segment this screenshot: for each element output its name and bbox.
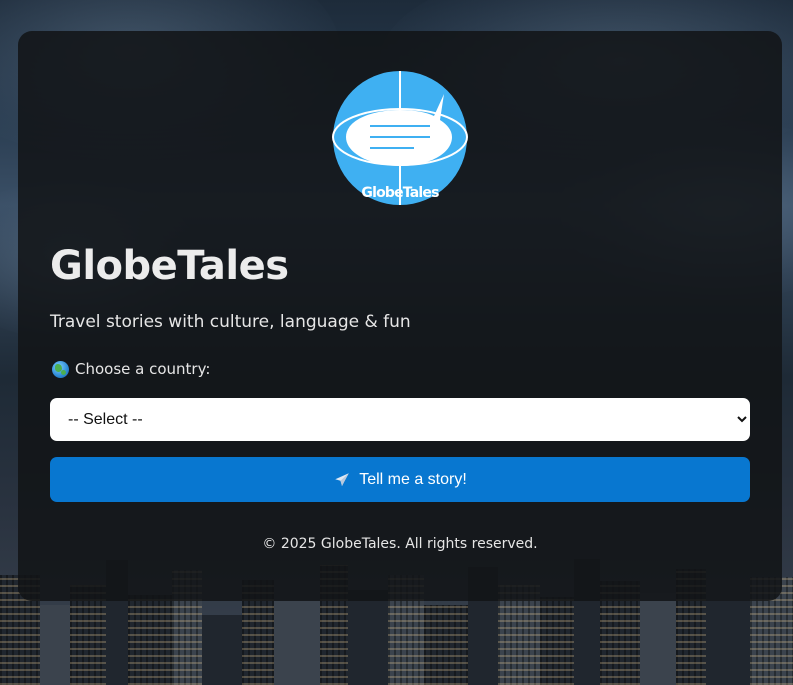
airplane-icon: [335, 472, 349, 486]
country-label-text: Choose a country:: [75, 360, 211, 378]
copyright-footer: © 2025 GlobeTales. All rights reserved.: [262, 536, 538, 552]
page-title: GlobeTales: [50, 243, 289, 289]
globe-icon: [52, 360, 69, 378]
country-label: Choose a country:: [52, 360, 210, 378]
tell-story-label: Tell me a story!: [359, 470, 467, 488]
tell-story-button[interactable]: Tell me a story!: [50, 457, 750, 502]
globe-speech-bubble-icon: GlobeTales: [332, 71, 468, 205]
logo-text: GlobeTales: [361, 185, 439, 201]
main-card: GlobeTales GlobeTales Travel stories wit…: [18, 31, 782, 601]
page-subtitle: Travel stories with culture, language & …: [50, 312, 411, 332]
country-select[interactable]: -- Select --: [50, 398, 750, 441]
